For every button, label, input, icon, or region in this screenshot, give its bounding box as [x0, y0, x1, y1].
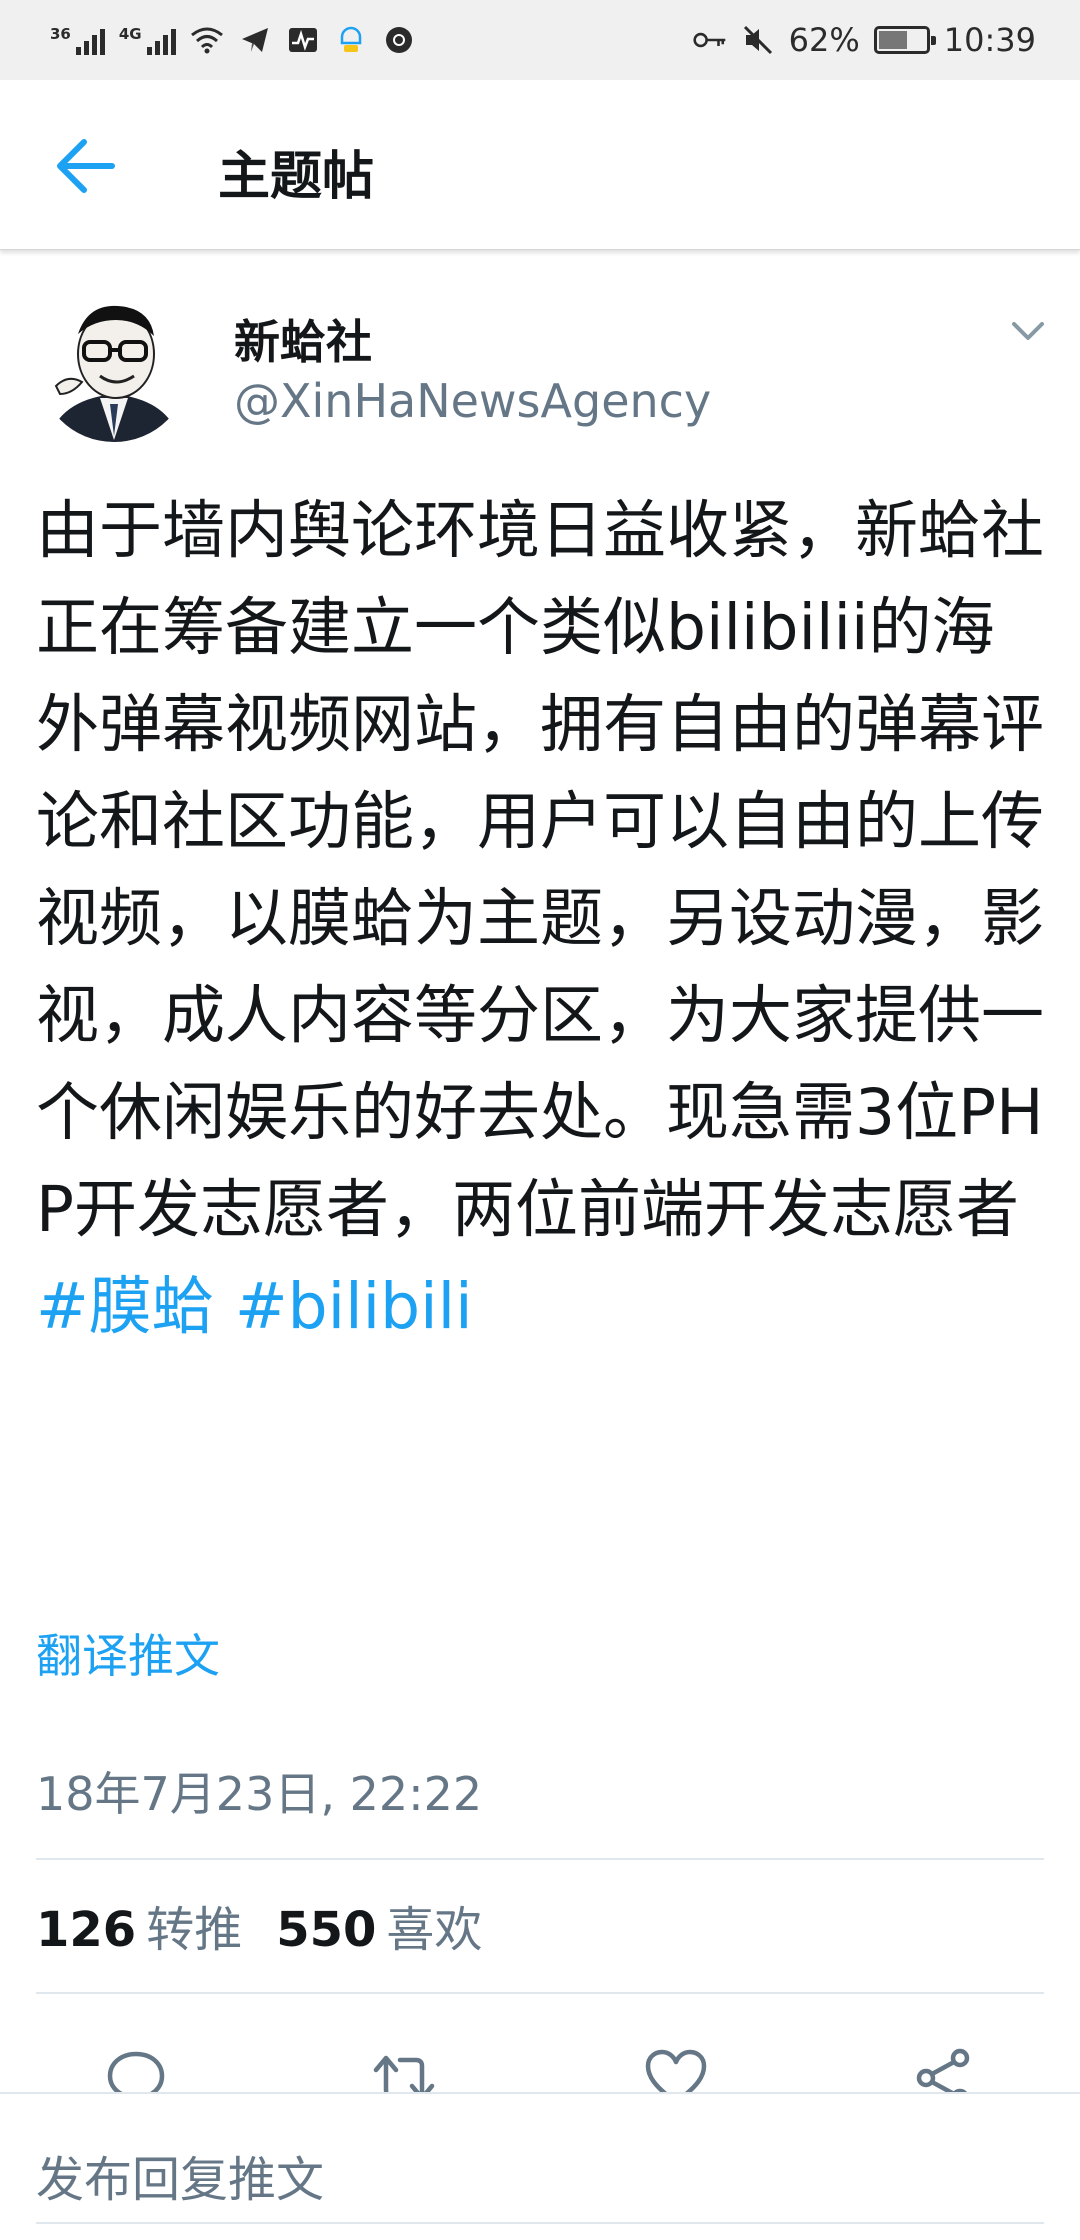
retweets-count: 126: [36, 1902, 137, 1958]
tweet-stats: 126 转推 550 喜欢: [36, 1890, 482, 1960]
divider: [36, 1992, 1044, 1994]
signal-icon: 36: [50, 25, 105, 55]
wifi-icon: [190, 23, 224, 57]
divider: [36, 1858, 1044, 1860]
battery-fill: [878, 31, 908, 49]
retweets-stat[interactable]: 126 转推: [36, 1890, 242, 1960]
mute-icon: [741, 23, 775, 57]
tweet-body: 由于墙内舆论环境日益收紧，新蛤社正在筹备建立一个类似bilibilii的海外弹幕…: [36, 494, 1044, 1246]
avatar-image: [38, 290, 190, 442]
battery-icon: [873, 26, 936, 54]
assistant-icon: [334, 23, 368, 57]
battery-percent: 62%: [788, 21, 860, 59]
likes-label: 喜欢: [386, 1902, 483, 1958]
signal-icon: 4G: [119, 25, 176, 55]
translate-tweet-link[interactable]: 翻译推文: [36, 1620, 220, 1686]
activity-icon: [286, 23, 320, 57]
back-arrow-icon: [57, 139, 115, 193]
back-button[interactable]: [56, 138, 116, 194]
clock: 10:39: [943, 21, 1036, 59]
retweets-label: 转推: [146, 1902, 243, 1958]
avatar[interactable]: [38, 290, 190, 442]
likes-count: 550: [276, 1902, 377, 1958]
page-title: 主题帖: [218, 147, 375, 207]
reply-bar: 发布回复推文: [0, 2092, 1080, 2240]
tweet-timestamp: 18年7月23日, 22:22: [36, 1767, 483, 1821]
hashtag-link[interactable]: #膜蛤: [36, 1270, 215, 1343]
app-bar: 主题帖: [0, 80, 1080, 250]
key-icon: [693, 23, 727, 57]
status-bar: 36 4G 62% 10:39: [0, 0, 1080, 80]
telegram-icon: [238, 23, 272, 57]
reply-input-underline: [36, 2222, 1044, 2224]
likes-stat[interactable]: 550 喜欢: [276, 1890, 482, 1960]
author-name[interactable]: 新蛤社: [234, 306, 372, 372]
more-options-button[interactable]: [1008, 316, 1048, 346]
chrome-icon: [382, 23, 416, 57]
chevron-down-icon: [1012, 322, 1044, 340]
hashtag-link[interactable]: #bilibili: [235, 1270, 473, 1343]
tweet-text: 由于墙内舆论环境日益收紧，新蛤社正在筹备建立一个类似bilibilii的海外弹幕…: [36, 482, 1046, 1355]
reply-input[interactable]: 发布回复推文: [36, 2140, 324, 2210]
author-handle[interactable]: @XinHaNewsAgency: [234, 374, 711, 428]
